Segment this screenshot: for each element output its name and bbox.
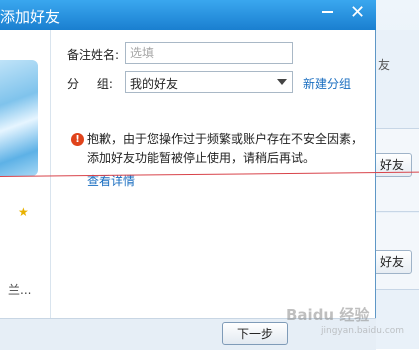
dialog-title: 添加好友: [0, 8, 61, 26]
minimize-icon[interactable]: [322, 11, 333, 13]
background-add-friend-button[interactable]: 好友: [372, 250, 412, 274]
group-select-value: 我的好友: [130, 77, 179, 91]
avatar: [0, 60, 38, 176]
background-add-friend-button[interactable]: 好友: [372, 153, 412, 177]
title-bar[interactable]: 添加好友 ✕: [0, 0, 376, 30]
watermark-logo: Baidu 经验: [286, 306, 370, 324]
new-group-link[interactable]: 新建分组: [303, 75, 351, 92]
profile-name: 兰...: [8, 283, 32, 297]
remark-name-label: 备注姓名:: [67, 48, 120, 62]
chevron-down-icon[interactable]: [277, 79, 287, 85]
group-label: 分 组:: [67, 77, 113, 91]
warning-message: 抱歉，由于您操作过于频繁或账户存在不安全因素，添加好友功能暂被停止使用，请稍后再…: [87, 132, 364, 165]
star-icon: ★: [18, 205, 29, 219]
watermark: Baidu 经验 jingyan.baidu.com: [286, 298, 419, 349]
warning-icon: !: [71, 133, 84, 146]
remark-name-input[interactable]: [125, 42, 293, 64]
background-text: 友: [378, 58, 391, 72]
close-icon[interactable]: ✕: [350, 3, 365, 23]
next-button[interactable]: 下一步: [222, 322, 288, 345]
watermark-url: jingyan.baidu.com: [321, 326, 405, 336]
group-select[interactable]: 我的好友: [125, 71, 293, 93]
